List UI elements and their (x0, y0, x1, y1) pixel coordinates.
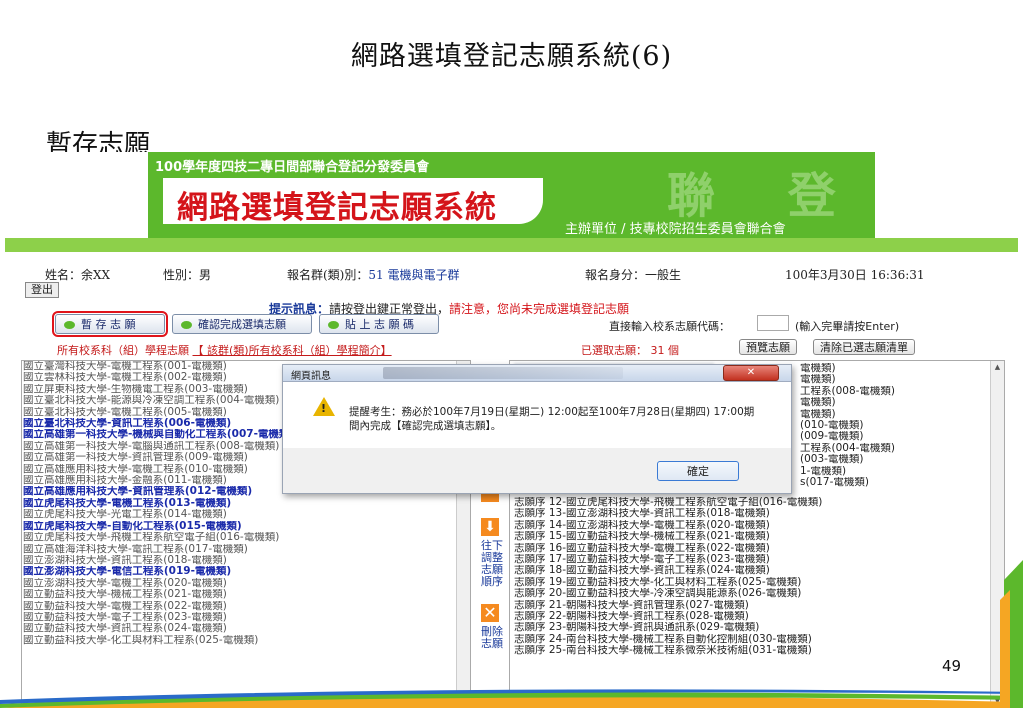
list-item[interactable]: 志願序 13-國立澎湖科技大學-資訊工程系(018-電機類) (510, 508, 822, 519)
list-item[interactable]: 國立澎湖科技大學-資訊工程系(018-電機類) (22, 555, 470, 566)
list-item[interactable]: 工程系(004-電機類) (796, 443, 895, 454)
group-intro-link[interactable]: 【 該群(類)所有校系科（組）學程簡介】 (193, 344, 392, 357)
delete-label: 刪除志願 (481, 625, 503, 650)
user-gender: 性別：男 (163, 268, 212, 282)
list-item[interactable]: 電機類) (796, 374, 895, 385)
gem-icon (328, 321, 339, 329)
system-name: 網路選填登記志願系統 (177, 190, 497, 226)
user-name: 姓名：余XX (45, 268, 111, 282)
list-item[interactable]: 國立勤益科技大學-化工與材料工程系(025-電機類) (22, 635, 470, 646)
list-item[interactable]: 電機類) (796, 363, 895, 374)
list-item[interactable]: 1-電機類) (796, 466, 895, 477)
save-choices-label: 暫 存 志 願 (81, 318, 136, 331)
code-input[interactable] (757, 315, 789, 331)
list-item[interactable]: 國立澎湖科技大學-電機工程系(020-電機類) (22, 578, 470, 589)
list-item[interactable]: 志願序 24-南台科技大學-機械工程系自動化控制組(030-電機類) (510, 634, 822, 645)
list-item[interactable]: (010-電機類) (796, 420, 895, 431)
reorder-label: 往下調整志願順序 (481, 539, 503, 588)
partial-items: 電機類) 電機類) 工程系(008-電機類) 電機類) 電機類) (010-電機類) (00… (796, 363, 895, 488)
user-identity: 報名身分：一般生 (585, 268, 682, 282)
slide-title: 網路選填登記志願系統(6) (350, 41, 673, 72)
list-item[interactable]: 國立澎湖科技大學-電信工程系(019-電機類) (22, 566, 470, 577)
gem-icon (64, 321, 75, 329)
code-input-hint: (輸入完畢請按Enter) (795, 320, 900, 333)
list-item[interactable]: 國立虎尾科技大學-飛機工程系航空電子組(016-電機類) (22, 532, 470, 543)
dialog-titlebar-blur (383, 367, 623, 379)
list-item[interactable]: 志願序 21-朝陽科技大學-資訊管理系(027-電機類) (510, 600, 822, 611)
list-item[interactable]: 志願序 23-朝陽科技大學-資訊與通訊系(029-電機類) (510, 622, 822, 633)
save-choices-button[interactable]: 暫 存 志 願 (52, 311, 168, 337)
list-item[interactable]: 國立勤益科技大學-資訊工程系(024-電機類) (22, 623, 470, 634)
list-item[interactable]: 國立勤益科技大學-機械工程系(021-電機類) (22, 589, 470, 600)
selected-count: 已選取志願： 31 個 (581, 342, 679, 358)
banner-watermark: 聯 登 (667, 168, 864, 224)
selected-items: 志願序 12-國立虎尾科技大學-飛機工程系航空電子組(016-電機類) 志願序 1… (510, 497, 822, 657)
banner-top-text: 100學年度四技二專日間部聯合登記分發委員會 (155, 160, 430, 175)
paste-code-label: 貼 上 志 願 碼 (345, 318, 414, 331)
list-item[interactable]: 志願序 14-國立澎湖科技大學-電機工程系(020-電機類) (510, 520, 822, 531)
selected-count-value: 31 個 (650, 344, 680, 357)
banner-organizer: 主辦單位 / 技專校院招生委員會聯合會 (565, 222, 786, 237)
dialog-titlebar: 網頁訊息 ✕ (283, 365, 791, 382)
prompt-warning: 請注意，您尚未完成選填登記志願 (449, 302, 630, 316)
message-dialog: 網頁訊息 ✕ ! 提醒考生：務必於100年7月19日(星期二) 12:00起至1… (282, 364, 792, 494)
confirm-choices-label: 確認完成選填志願 (198, 318, 286, 331)
decorative-right-bars (1000, 560, 1023, 708)
list-item[interactable]: 國立虎尾科技大學-電機工程系(013-電機類) (22, 498, 470, 509)
all-choices-label: 所有校系科（組）學程志願 (57, 344, 189, 357)
list-item[interactable]: 國立高雄海洋科技大學-電訊工程系(017-電機類) (22, 544, 470, 555)
move-down-icon[interactable]: ⬇ (481, 518, 499, 536)
user-group-label: 報名群(類)別： (287, 268, 369, 282)
code-input-label: 直接輸入校系志願代碼： (609, 320, 730, 333)
list-item[interactable]: s(017-電機類) (796, 477, 895, 488)
list-item[interactable]: 國立勤益科技大學-電機工程系(022-電機類) (22, 601, 470, 612)
list-item[interactable]: 志願序 16-國立勤益科技大學-電機工程系(022-電機類) (510, 543, 822, 554)
gem-icon (181, 321, 192, 329)
list-item[interactable]: 電機類) (796, 397, 895, 408)
scroll-up-icon[interactable]: ▲ (991, 363, 1004, 371)
logout-button[interactable]: 登出 (25, 282, 59, 298)
paste-code-button[interactable]: 貼 上 志 願 碼 (319, 314, 439, 334)
list-item[interactable]: (003-電機類) (796, 454, 895, 465)
page-number: 49 (942, 657, 962, 675)
delete-icon[interactable]: ✕ (481, 604, 499, 622)
dialog-close-button[interactable]: ✕ (723, 365, 779, 381)
selected-count-label: 已選取志願： (581, 344, 647, 357)
user-group: 報名群(類)別：51 電機與電子群 (287, 266, 459, 283)
list-item[interactable]: (009-電機類) (796, 431, 895, 442)
confirm-choices-button[interactable]: 確認完成選填志願 (172, 314, 312, 334)
list-item[interactable]: 志願序 12-國立虎尾科技大學-飛機工程系航空電子組(016-電機類) (510, 497, 822, 508)
decorative-swoosh (0, 689, 1023, 708)
list-item[interactable]: 國立虎尾科技大學-光電工程系(014-電機類) (22, 509, 470, 520)
dialog-message: 提醒考生：務必於100年7月19日(星期二) 12:00起至100年7月28日(… (349, 406, 755, 432)
list-item[interactable]: 志願序 25-南台科技大學-機械工程系微奈米技術組(031-電機類) (510, 645, 822, 656)
all-choices-header: 所有校系科（組）學程志願 【 該群(類)所有校系科（組）學程簡介】 (57, 342, 392, 358)
list-item[interactable]: 國立虎尾科技大學-自動化工程系(015-電機類) (22, 521, 470, 532)
banner-strip (5, 238, 1018, 252)
preview-button[interactable]: 預覽志願 (739, 339, 797, 355)
header-banner: 100學年度四技二專日間部聯合登記分發委員會 網路選填登記志願系統 聯 登 主辦… (5, 152, 1018, 252)
list-item[interactable]: 志願序 20-國立勤益科技大學-冷凍空調與能源系(026-電機類) (510, 588, 822, 599)
banner-title-box: 網路選填登記志願系統 (163, 178, 543, 226)
list-item[interactable]: 志願序 19-國立勤益科技大學-化工與材料工程系(025-電機類) (510, 577, 822, 588)
list-item[interactable]: 國立勤益科技大學-電子工程系(023-電機類) (22, 612, 470, 623)
list-item[interactable]: 志願序 17-國立勤益科技大學-電子工程系(023-電機類) (510, 554, 822, 565)
list-item[interactable]: 工程系(008-電機類) (796, 386, 895, 397)
warning-mark-icon: ! (321, 402, 327, 415)
clear-list-button[interactable]: 清除已選志願清單 (813, 339, 915, 355)
list-item[interactable]: 電機類) (796, 409, 895, 420)
dialog-ok-button[interactable]: 確定 (657, 461, 739, 481)
user-group-value: 51 電機與電子群 (368, 268, 460, 282)
dialog-title: 網頁訊息 (291, 371, 331, 382)
list-item[interactable]: 志願序 22-朝陽科技大學-資訊工程系(028-電機類) (510, 611, 822, 622)
list-item[interactable]: 志願序 18-國立勤益科技大學-資訊工程系(024-電機類) (510, 565, 822, 576)
list-item[interactable]: 志願序 15-國立勤益科技大學-機械工程系(021-電機類) (510, 531, 822, 542)
current-datetime: 100年3月30日 16:36:31 (785, 268, 925, 282)
